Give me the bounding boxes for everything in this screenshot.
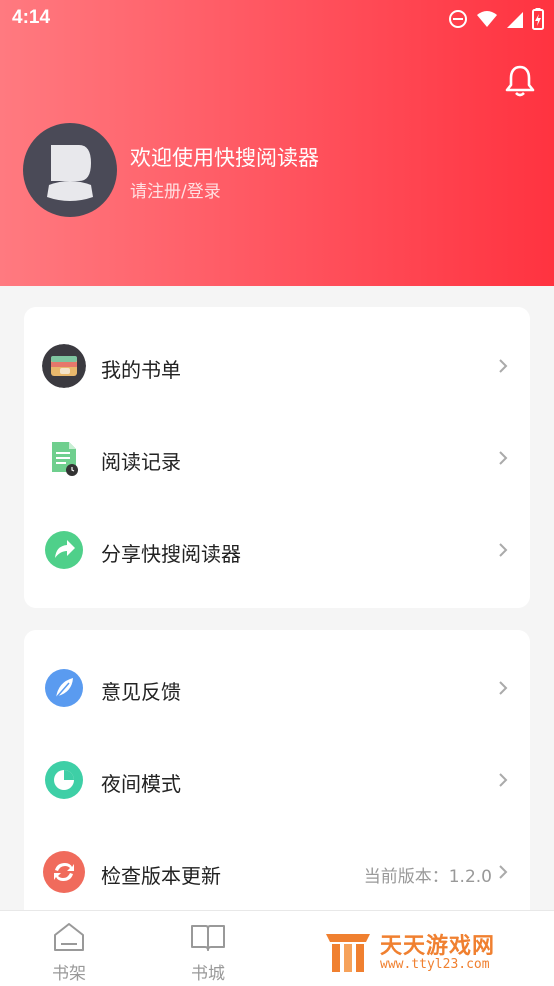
bookshelf-icon [54,923,84,951]
tab-bookstore[interactable]: 书城 [168,921,248,984]
watermark-url: www.ttyl23.com [380,957,490,972]
menu-item-night-mode[interactable]: 夜间模式 [24,750,530,810]
chevron-right-icon [499,359,508,373]
menu-item-booklist[interactable]: 我的书单 [24,336,530,396]
welcome-title: 欢迎使用快搜阅读器 [130,146,319,170]
bookstore-icon [191,925,225,951]
menu-item-reading-history[interactable]: 阅读记录 [24,428,530,488]
menu-item-check-update[interactable]: 检查版本更新 当前版本：1.2.0 [24,842,530,902]
booklist-wallet-icon [42,344,86,388]
login-link[interactable]: 请注册/登录 [130,177,221,202]
menu-item-label: 意见反馈 [101,680,181,704]
menu-item-label: 阅读记录 [101,450,181,474]
share-icon [45,531,83,569]
chevron-right-icon [499,681,508,695]
feedback-feather-icon [45,669,83,707]
battery-icon [532,8,544,30]
chevron-right-icon [499,451,508,465]
menu-card-2: 意见反馈 夜间模式 检查版本更新 当前版本：1.2.0 [24,630,530,930]
menu-item-share[interactable]: 分享快搜阅读器 [24,520,530,580]
watermark-logo-icon [326,934,370,972]
chevron-right-icon [499,773,508,787]
night-mode-icon [45,761,83,799]
watermark-text: 天天游戏网 [380,934,496,959]
chevron-right-icon [499,865,508,879]
default-avatar-icon [25,125,115,215]
menu-item-label: 我的书单 [101,358,181,382]
status-bar: 4:14 [0,0,554,38]
update-refresh-icon [43,851,85,893]
notification-bell-icon[interactable] [504,64,536,98]
do-not-disturb-icon [449,10,467,28]
tab-label: 书架 [52,964,86,984]
wifi-icon [477,11,497,27]
status-icons [448,8,544,30]
signal-icon [507,12,523,28]
menu-card-1: 我的书单 阅读记录 分享快搜阅读器 [24,307,530,608]
avatar[interactable] [23,123,117,217]
tab-bookshelf[interactable]: 书架 [29,921,109,984]
reading-history-icon [52,442,78,476]
chevron-right-icon [499,543,508,557]
tab-label: 书城 [191,964,225,984]
menu-item-label: 夜间模式 [101,772,181,796]
menu-item-label: 分享快搜阅读器 [101,542,241,566]
profile-header: 4:14 欢迎使用快搜阅读器 请注册/登录 [0,0,554,286]
menu-item-feedback[interactable]: 意见反馈 [24,658,530,718]
status-time: 4:14 [12,7,51,28]
menu-item-label: 检查版本更新 [101,864,221,888]
current-version-text: 当前版本：1.2.0 [363,867,492,887]
site-watermark: 天天游戏网 www.ttyl23.com [322,926,542,978]
